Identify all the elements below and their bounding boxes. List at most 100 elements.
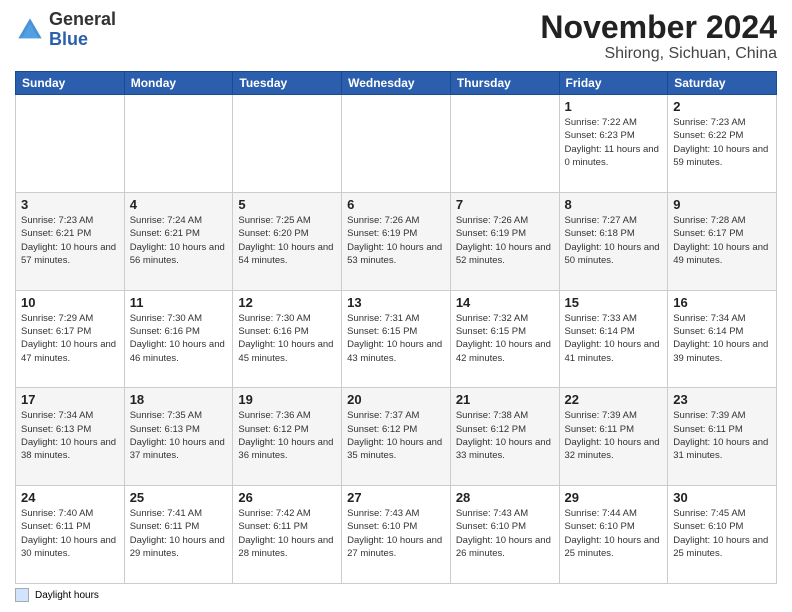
- day-info: Sunrise: 7:30 AM Sunset: 6:16 PM Dayligh…: [130, 312, 228, 365]
- day-number: 18: [130, 392, 228, 407]
- day-info: Sunrise: 7:25 AM Sunset: 6:20 PM Dayligh…: [238, 214, 336, 267]
- table-cell: 26 Sunrise: 7:42 AM Sunset: 6:11 PM Dayli…: [233, 486, 342, 584]
- day-number: 13: [347, 295, 445, 310]
- table-cell: 4 Sunrise: 7:24 AM Sunset: 6:21 PM Daylig…: [124, 192, 233, 290]
- day-number: 3: [21, 197, 119, 212]
- table-cell: 18 Sunrise: 7:35 AM Sunset: 6:13 PM Dayli…: [124, 388, 233, 486]
- table-cell: 2 Sunrise: 7:23 AM Sunset: 6:22 PM Daylig…: [668, 95, 777, 193]
- day-info: Sunrise: 7:39 AM Sunset: 6:11 PM Dayligh…: [565, 409, 663, 462]
- calendar-header-row: Sunday Monday Tuesday Wednesday Thursday…: [16, 72, 777, 95]
- table-cell: [124, 95, 233, 193]
- table-cell: 14 Sunrise: 7:32 AM Sunset: 6:15 PM Dayli…: [450, 290, 559, 388]
- day-info: Sunrise: 7:35 AM Sunset: 6:13 PM Dayligh…: [130, 409, 228, 462]
- col-wednesday: Wednesday: [342, 72, 451, 95]
- title-block: November 2024 Shirong, Sichuan, China: [540, 10, 777, 63]
- day-info: Sunrise: 7:23 AM Sunset: 6:22 PM Dayligh…: [673, 116, 771, 169]
- table-cell: 19Sunrise: 7:36 AM Sunset: 6:12 PM Dayli…: [233, 388, 342, 486]
- day-info: Sunrise: 7:23 AM Sunset: 6:21 PM Dayligh…: [21, 214, 119, 267]
- table-cell: 25Sunrise: 7:41 AM Sunset: 6:11 PM Dayli…: [124, 486, 233, 584]
- legend: Daylight hours: [15, 588, 777, 602]
- day-number: 19: [238, 392, 336, 407]
- day-number: 12: [238, 295, 336, 310]
- month-title: November 2024: [540, 10, 777, 45]
- col-sunday: Sunday: [16, 72, 125, 95]
- col-saturday: Saturday: [668, 72, 777, 95]
- day-number: 25: [130, 490, 228, 505]
- day-number: 28: [456, 490, 554, 505]
- day-number: 22: [565, 392, 663, 407]
- table-cell: 16 Sunrise: 7:34 AM Sunset: 6:14 PM Dayli…: [668, 290, 777, 388]
- table-cell: 13Sunrise: 7:31 AM Sunset: 6:15 PM Dayli…: [342, 290, 451, 388]
- day-number: 2: [673, 99, 771, 114]
- day-info: Sunrise: 7:42 AM Sunset: 6:11 PM Dayligh…: [238, 507, 336, 560]
- page: General Blue November 2024 Shirong, Sich…: [0, 0, 792, 612]
- day-number: 16: [673, 295, 771, 310]
- day-info: Sunrise: 7:28 AM Sunset: 6:17 PM Dayligh…: [673, 214, 771, 267]
- table-row: 10Sunrise: 7:29 AM Sunset: 6:17 PM Dayli…: [16, 290, 777, 388]
- table-cell: 12 Sunrise: 7:30 AM Sunset: 6:16 PM Dayli…: [233, 290, 342, 388]
- day-number: 5: [238, 197, 336, 212]
- day-info: Sunrise: 7:37 AM Sunset: 6:12 PM Dayligh…: [347, 409, 445, 462]
- day-info: Sunrise: 7:39 AM Sunset: 6:11 PM Dayligh…: [673, 409, 771, 462]
- logo-text: General Blue: [49, 10, 116, 50]
- day-number: 20: [347, 392, 445, 407]
- day-info: Sunrise: 7:27 AM Sunset: 6:18 PM Dayligh…: [565, 214, 663, 267]
- day-number: 21: [456, 392, 554, 407]
- day-number: 7: [456, 197, 554, 212]
- table-cell: 28 Sunrise: 7:43 AM Sunset: 6:10 PM Dayli…: [450, 486, 559, 584]
- day-info: Sunrise: 7:45 AM Sunset: 6:10 PM Dayligh…: [673, 507, 771, 560]
- location: Shirong, Sichuan, China: [540, 45, 777, 63]
- table-cell: 8 Sunrise: 7:27 AM Sunset: 6:18 PM Daylig…: [559, 192, 668, 290]
- day-info: Sunrise: 7:43 AM Sunset: 6:10 PM Dayligh…: [456, 507, 554, 560]
- day-info: Sunrise: 7:40 AM Sunset: 6:11 PM Dayligh…: [21, 507, 119, 560]
- table-cell: 6Sunrise: 7:26 AM Sunset: 6:19 PM Daylig…: [342, 192, 451, 290]
- table-row: 24 Sunrise: 7:40 AM Sunset: 6:11 PM Dayli…: [16, 486, 777, 584]
- day-info: Sunrise: 7:43 AM Sunset: 6:10 PM Dayligh…: [347, 507, 445, 560]
- day-number: 11: [130, 295, 228, 310]
- calendar-table: Sunday Monday Tuesday Wednesday Thursday…: [15, 71, 777, 584]
- table-cell: [450, 95, 559, 193]
- table-cell: 17Sunrise: 7:34 AM Sunset: 6:13 PM Dayli…: [16, 388, 125, 486]
- day-info: Sunrise: 7:30 AM Sunset: 6:16 PM Dayligh…: [238, 312, 336, 365]
- day-number: 27: [347, 490, 445, 505]
- col-friday: Friday: [559, 72, 668, 95]
- day-number: 30: [673, 490, 771, 505]
- day-number: 4: [130, 197, 228, 212]
- day-number: 15: [565, 295, 663, 310]
- day-number: 24: [21, 490, 119, 505]
- table-cell: 20 Sunrise: 7:37 AM Sunset: 6:12 PM Dayli…: [342, 388, 451, 486]
- day-info: Sunrise: 7:29 AM Sunset: 6:17 PM Dayligh…: [21, 312, 119, 365]
- day-info: Sunrise: 7:44 AM Sunset: 6:10 PM Dayligh…: [565, 507, 663, 560]
- table-cell: 3 Sunrise: 7:23 AM Sunset: 6:21 PM Daylig…: [16, 192, 125, 290]
- table-cell: 7 Sunrise: 7:26 AM Sunset: 6:19 PM Daylig…: [450, 192, 559, 290]
- day-number: 23: [673, 392, 771, 407]
- day-info: Sunrise: 7:34 AM Sunset: 6:13 PM Dayligh…: [21, 409, 119, 462]
- table-cell: 15Sunrise: 7:33 AM Sunset: 6:14 PM Dayli…: [559, 290, 668, 388]
- day-info: Sunrise: 7:32 AM Sunset: 6:15 PM Dayligh…: [456, 312, 554, 365]
- legend-label: Daylight hours: [35, 590, 99, 601]
- table-cell: 5 Sunrise: 7:25 AM Sunset: 6:20 PM Daylig…: [233, 192, 342, 290]
- day-info: Sunrise: 7:24 AM Sunset: 6:21 PM Dayligh…: [130, 214, 228, 267]
- day-number: 14: [456, 295, 554, 310]
- table-cell: [342, 95, 451, 193]
- col-thursday: Thursday: [450, 72, 559, 95]
- table-cell: 24 Sunrise: 7:40 AM Sunset: 6:11 PM Dayli…: [16, 486, 125, 584]
- day-number: 8: [565, 197, 663, 212]
- table-cell: 10Sunrise: 7:29 AM Sunset: 6:17 PM Dayli…: [16, 290, 125, 388]
- table-cell: 23 Sunrise: 7:39 AM Sunset: 6:11 PM Dayli…: [668, 388, 777, 486]
- table-cell: 11 Sunrise: 7:30 AM Sunset: 6:16 PM Dayli…: [124, 290, 233, 388]
- legend-box: [15, 588, 29, 602]
- day-number: 6: [347, 197, 445, 212]
- table-row: 3 Sunrise: 7:23 AM Sunset: 6:21 PM Daylig…: [16, 192, 777, 290]
- day-number: 9: [673, 197, 771, 212]
- logo-icon: [15, 15, 45, 45]
- table-cell: 1Sunrise: 7:22 AM Sunset: 6:23 PM Daylig…: [559, 95, 668, 193]
- table-cell: [233, 95, 342, 193]
- table-cell: [16, 95, 125, 193]
- day-info: Sunrise: 7:38 AM Sunset: 6:12 PM Dayligh…: [456, 409, 554, 462]
- day-info: Sunrise: 7:34 AM Sunset: 6:14 PM Dayligh…: [673, 312, 771, 365]
- day-info: Sunrise: 7:26 AM Sunset: 6:19 PM Dayligh…: [456, 214, 554, 267]
- table-cell: 29Sunrise: 7:44 AM Sunset: 6:10 PM Dayli…: [559, 486, 668, 584]
- day-number: 1: [565, 99, 663, 114]
- day-number: 26: [238, 490, 336, 505]
